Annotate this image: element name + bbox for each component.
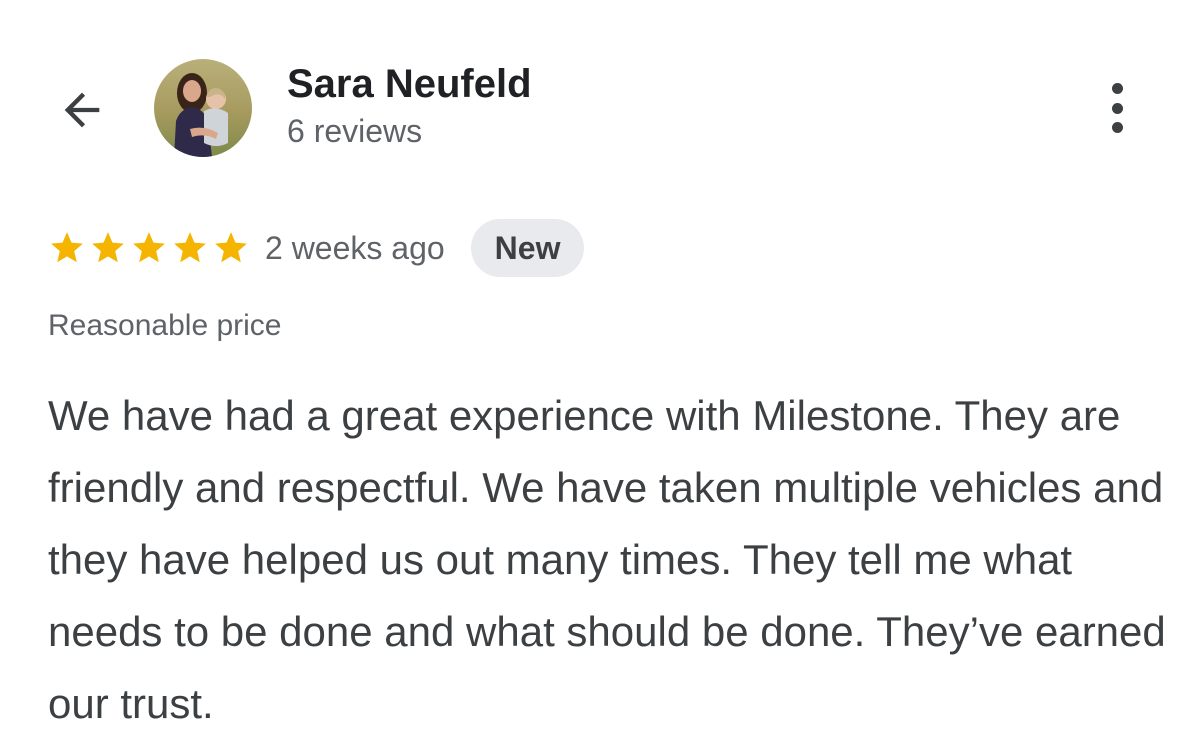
- more-vertical-icon-dot: [1111, 102, 1123, 114]
- review-count: 6 reviews: [287, 113, 423, 149]
- review-tag: Reasonable price: [48, 309, 282, 342]
- back-button[interactable]: [50, 78, 114, 142]
- star-icon: [51, 232, 83, 263]
- more-vertical-icon: [1111, 83, 1123, 94]
- star-icon: [133, 232, 165, 263]
- more-vertical-icon-dot: [1111, 122, 1123, 133]
- star-rating: [48, 229, 253, 267]
- star-icon: [92, 232, 124, 263]
- avatar-photo: [154, 59, 252, 157]
- review-time: 2 weeks ago: [265, 229, 445, 266]
- star-icon: [215, 232, 247, 263]
- reviewer-name[interactable]: Sara Neufeld: [287, 62, 532, 107]
- rating-row: 2 weeks ago New: [48, 218, 585, 278]
- new-badge: New: [470, 219, 585, 277]
- more-options-button[interactable]: [1092, 78, 1142, 138]
- avatar[interactable]: [154, 59, 252, 157]
- star-icon: [174, 232, 206, 263]
- review-text: We have had a great experience with Mile…: [48, 392, 1166, 727]
- review-page: Sara Neufeld 6 reviews 2 weeks ago New R…: [0, 0, 1200, 745]
- arrow-back-icon: [64, 92, 100, 128]
